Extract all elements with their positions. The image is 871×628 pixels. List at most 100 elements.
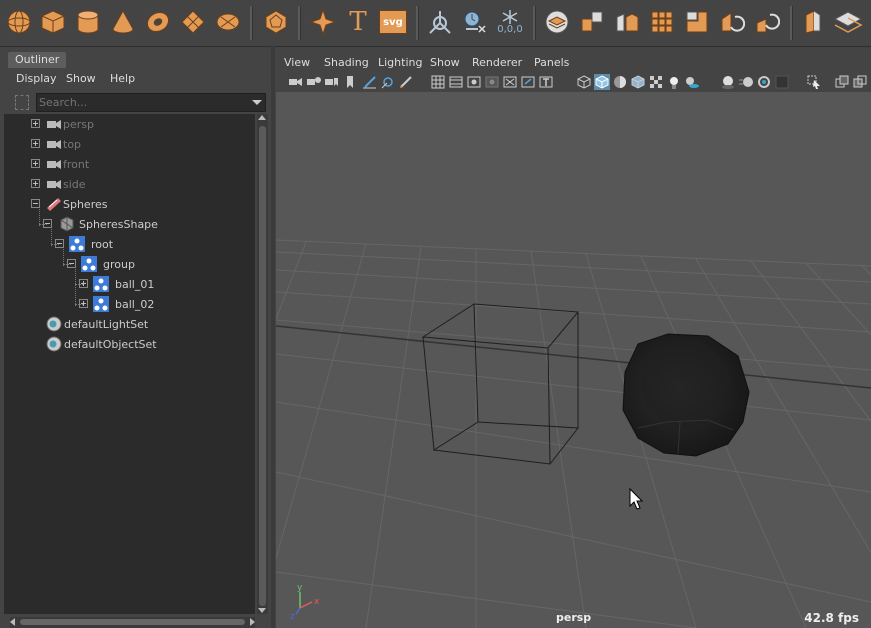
outliner-item-top[interactable]: top <box>4 134 255 154</box>
sphere-object[interactable] <box>622 333 750 457</box>
timer-icon[interactable] <box>460 6 490 38</box>
menu-display[interactable]: Display <box>16 72 57 85</box>
multisample-aa-icon[interactable] <box>756 74 772 90</box>
isolate-select-icon[interactable] <box>806 74 822 90</box>
cylinder-icon[interactable] <box>73 6 103 38</box>
menu-lighting[interactable]: Lighting <box>378 56 422 69</box>
menu-shading[interactable]: Shading <box>324 56 369 69</box>
smooth-icon[interactable] <box>647 6 677 38</box>
outliner-item-group[interactable]: group <box>4 254 255 274</box>
sparkle-icon[interactable] <box>308 6 338 38</box>
vertical-scrollbar[interactable] <box>257 114 268 614</box>
screen-space-ao-icon[interactable] <box>720 74 736 90</box>
motion-blur-icon[interactable] <box>738 74 754 90</box>
textured-icon[interactable] <box>648 74 664 90</box>
menu-show[interactable]: Show <box>430 56 460 69</box>
locator-icon[interactable] <box>425 6 455 38</box>
extract-icon[interactable] <box>612 6 642 38</box>
resolution-gate-icon[interactable] <box>466 74 482 90</box>
svg-icon[interactable]: SVG <box>378 6 408 38</box>
platonic-icon[interactable] <box>261 6 291 38</box>
menu-view[interactable]: View <box>284 56 310 69</box>
expand-toggle[interactable] <box>31 179 40 188</box>
xray-joints-icon[interactable] <box>852 74 868 90</box>
menu-show[interactable]: Show <box>66 72 96 85</box>
expand-toggle[interactable] <box>79 279 88 288</box>
filter-icon[interactable] <box>15 95 29 110</box>
camera-attr-icon[interactable] <box>306 74 322 90</box>
viewport-canvas[interactable]: y x z persp 42.8 fps <box>276 92 871 628</box>
shaded-wireframe-icon[interactable] <box>630 74 646 90</box>
scroll-down-icon[interactable] <box>258 608 266 613</box>
bookmark-camera-icon[interactable] <box>324 74 340 90</box>
grid-toggle-icon[interactable] <box>430 74 446 90</box>
tab-outliner[interactable]: Outliner <box>8 52 67 68</box>
horizontal-scrollbar[interactable] <box>10 617 255 628</box>
sphere-icon[interactable] <box>4 6 34 38</box>
target-weld-icon[interactable] <box>833 6 863 38</box>
menu-panels[interactable]: Panels <box>534 56 569 69</box>
wireframe-icon[interactable] <box>576 74 592 90</box>
separate-icon[interactable] <box>577 6 607 38</box>
expand-toggle[interactable] <box>31 119 40 128</box>
outliner-item-defaultlightset[interactable]: defaultLightSet <box>4 314 255 334</box>
menu-help[interactable]: Help <box>110 72 135 85</box>
vertical-scroll-thumb[interactable] <box>259 126 266 606</box>
collapse-toggle[interactable] <box>31 199 40 208</box>
outliner-item-spheresshape[interactable]: SpheresShape <box>4 214 255 234</box>
xray-icon[interactable] <box>834 74 850 90</box>
disc-icon[interactable] <box>213 6 243 38</box>
scroll-left-icon[interactable] <box>10 618 15 626</box>
expand-toggle[interactable] <box>31 139 40 148</box>
safe-action-icon[interactable] <box>520 74 536 90</box>
smooth-shade-icon[interactable] <box>594 74 610 90</box>
outliner-item-front[interactable]: front <box>4 154 255 174</box>
bookmark-icon[interactable] <box>342 74 358 90</box>
bridge-icon[interactable] <box>717 6 747 38</box>
gate-mask-icon[interactable] <box>484 74 500 90</box>
combine-icon[interactable] <box>542 6 572 38</box>
cone-icon[interactable] <box>108 6 138 38</box>
expand-toggle[interactable] <box>31 159 40 168</box>
panel-divider[interactable] <box>271 46 275 628</box>
two-d-pan-icon[interactable] <box>380 74 396 90</box>
outliner-item-side[interactable]: side <box>4 174 255 194</box>
plane-icon[interactable] <box>178 6 208 38</box>
outliner-item-label: top <box>63 138 82 151</box>
default-material-icon[interactable] <box>612 74 628 90</box>
outliner-item-ball-01[interactable]: ball_01 <box>4 274 255 294</box>
film-gate-icon[interactable] <box>448 74 464 90</box>
multi-cut-icon[interactable] <box>798 6 828 38</box>
horizontal-scroll-thumb[interactable] <box>20 619 245 625</box>
outliner-item-spheres[interactable]: Spheres <box>4 194 255 214</box>
image-plane-icon[interactable] <box>362 74 378 90</box>
lights-icon[interactable] <box>666 74 682 90</box>
scroll-up-icon[interactable] <box>258 115 266 120</box>
search-field[interactable] <box>36 93 266 112</box>
outliner-item-persp[interactable]: persp <box>4 114 255 134</box>
collapse-toggle[interactable] <box>43 219 52 228</box>
extrude-icon[interactable] <box>752 6 782 38</box>
chevron-down-icon[interactable] <box>252 100 262 105</box>
type-icon[interactable]: T <box>343 6 373 38</box>
grease-pencil-icon[interactable] <box>398 74 414 90</box>
menu-renderer[interactable]: Renderer <box>472 56 522 69</box>
cube-icon[interactable] <box>38 6 68 38</box>
torus-icon[interactable] <box>143 6 173 38</box>
select-camera-icon[interactable] <box>288 74 304 90</box>
freeze-icon[interactable]: 0,0,0 <box>495 6 525 38</box>
field-chart-icon[interactable] <box>502 74 518 90</box>
scroll-right-icon[interactable] <box>250 618 255 626</box>
collapse-toggle[interactable] <box>67 259 76 268</box>
outliner-item-root[interactable]: root <box>4 234 255 254</box>
depth-of-field-icon[interactable] <box>774 74 790 90</box>
outliner-item-ball-02[interactable]: ball_02 <box>4 294 255 314</box>
expand-toggle[interactable] <box>79 299 88 308</box>
shadows-icon[interactable] <box>684 74 700 90</box>
bevel-icon[interactable] <box>682 6 712 38</box>
collapse-toggle[interactable] <box>55 239 64 248</box>
search-input[interactable] <box>39 94 244 111</box>
wireframe-cube[interactable] <box>421 303 580 465</box>
outliner-item-defaultobjectset[interactable]: defaultObjectSet <box>4 334 255 354</box>
safe-title-icon[interactable] <box>538 74 554 90</box>
